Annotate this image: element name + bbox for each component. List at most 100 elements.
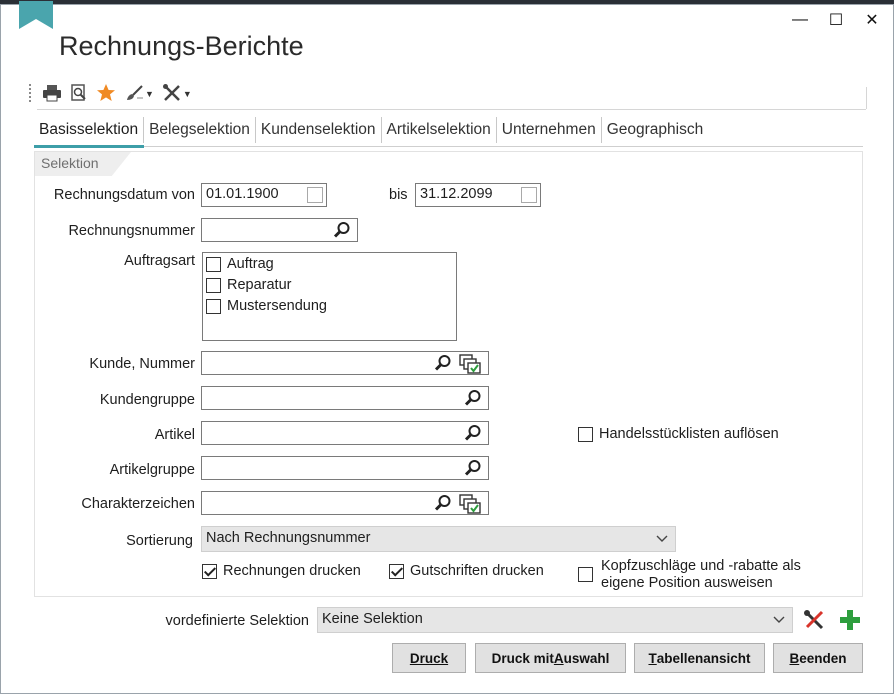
rechnungen-drucken-row[interactable]: Rechnungen drucken: [202, 563, 361, 579]
gutschriften-drucken-checkbox[interactable]: [389, 563, 404, 579]
option-label: Auftrag: [227, 256, 274, 272]
bookmark-icon: [19, 1, 53, 29]
gutschriften-drucken-label: Gutschriften drucken: [410, 563, 544, 579]
handelsstueck-checkbox[interactable]: [578, 426, 593, 442]
druck-mit-auswahl-button[interactable]: Druck mit Auswahl: [475, 643, 626, 673]
tab-bar: Basisselektion Belegselektion Kundensele…: [34, 117, 708, 147]
search-icon[interactable]: [434, 354, 452, 372]
kopf-label: Kopfzuschläge und -rabatte als eigene Po…: [601, 558, 801, 592]
toolbar: ▼ ▼: [29, 79, 192, 107]
close-button[interactable]: ✕: [861, 9, 883, 31]
artikelgruppe-input[interactable]: [201, 456, 489, 480]
option-label: Mustersendung: [227, 298, 327, 314]
date-from-value: 01.01.1900: [206, 186, 279, 202]
tab-unternehmen[interactable]: Unternehmen: [497, 117, 602, 143]
tabellenansicht-button[interactable]: Tabellenansicht: [634, 643, 765, 673]
dropdown-arrow-icon: ▼: [182, 89, 192, 99]
report-window: — ☐ ✕ Rechnungs-Berichte ▼ ▼ Basisselekt…: [0, 1, 894, 694]
toolbar-end-divider: [866, 87, 867, 109]
add-icon[interactable]: [839, 609, 861, 631]
bis-label: bis: [389, 187, 408, 203]
search-icon[interactable]: [333, 221, 351, 239]
group-label: Selektion: [35, 152, 131, 176]
auftragsart-option-mustersendung[interactable]: Mustersendung: [206, 298, 327, 314]
dropdown-arrow-icon: ▼: [145, 89, 154, 99]
kopf-label-line1: Kopfzuschläge und -rabatte als: [601, 558, 801, 574]
auftragsart-option-auftrag[interactable]: Auftrag: [206, 256, 274, 272]
format-button[interactable]: ▼: [124, 81, 154, 105]
handelsstueck-checkbox-row[interactable]: Handelsstücklisten auflösen: [578, 426, 779, 442]
checkbox[interactable]: [206, 256, 221, 272]
multi-select-icon[interactable]: [459, 494, 483, 514]
toolbar-divider: [37, 109, 866, 110]
button-label-mnemonic: T: [648, 650, 657, 666]
kopf-label-line2: eigene Position ausweisen: [601, 575, 773, 591]
date-to-value: 31.12.2099: [420, 186, 493, 202]
auftragsart-option-reparatur[interactable]: Reparatur: [206, 277, 291, 293]
kunde-input[interactable]: [201, 351, 489, 375]
toolbar-grip[interactable]: [29, 84, 32, 102]
tab-geographisch[interactable]: Geographisch: [602, 117, 709, 143]
active-tab-indicator: [34, 145, 144, 148]
rechnungsnummer-label: Rechnungsnummer: [68, 223, 195, 239]
favorite-button[interactable]: [96, 81, 116, 105]
vordefinierte-select[interactable]: Keine Selektion: [317, 607, 793, 633]
kunde-label: Kunde, Nummer: [89, 356, 195, 372]
kopf-checkbox-row[interactable]: [578, 567, 593, 582]
druck-button[interactable]: Druck: [392, 643, 466, 673]
print-preview-button[interactable]: [70, 81, 88, 105]
sortierung-select[interactable]: Nach Rechnungsnummer: [201, 526, 676, 552]
rechnungsnummer-input[interactable]: [201, 218, 358, 242]
printer-icon: [43, 85, 61, 102]
tab-artikelselektion[interactable]: Artikelselektion: [382, 117, 497, 143]
brush-icon: [127, 85, 143, 100]
window-controls: — ☐ ✕: [789, 9, 883, 31]
button-label-mnemonic: B: [789, 650, 800, 666]
rechnungen-drucken-checkbox[interactable]: [202, 563, 217, 579]
kundengruppe-input[interactable]: [201, 386, 489, 410]
search-icon[interactable]: [464, 459, 482, 477]
artikel-label: Artikel: [154, 427, 195, 443]
charakter-label: Charakterzeichen: [81, 496, 195, 512]
beenden-button[interactable]: Beenden: [773, 643, 863, 673]
rechnungen-drucken-label: Rechnungen drucken: [223, 563, 361, 579]
search-icon[interactable]: [464, 389, 482, 407]
auftragsart-label: Auftragsart: [124, 253, 195, 269]
option-label: Reparatur: [227, 277, 292, 293]
multi-select-icon[interactable]: [459, 354, 483, 374]
handelsstueck-label: Handelsstücklisten auflösen: [599, 426, 779, 442]
calendar-icon[interactable]: [521, 187, 537, 203]
artikelgruppe-label: Artikelgruppe: [109, 462, 195, 478]
gutschriften-drucken-row[interactable]: Gutschriften drucken: [389, 563, 544, 579]
print-preview-icon: [71, 84, 86, 101]
minimize-button[interactable]: —: [789, 9, 811, 31]
tab-kundenselektion[interactable]: Kundenselektion: [256, 117, 382, 143]
date-from-input[interactable]: 01.01.1900: [201, 183, 327, 207]
tools-icon[interactable]: [803, 609, 825, 631]
calendar-icon[interactable]: [307, 187, 323, 203]
search-icon[interactable]: [464, 424, 482, 442]
date-to-input[interactable]: 31.12.2099: [415, 183, 541, 207]
checkbox[interactable]: [206, 277, 221, 293]
chevron-down-icon: [773, 616, 785, 623]
print-button[interactable]: [42, 81, 62, 105]
checkbox[interactable]: [206, 298, 221, 314]
kopf-checkbox[interactable]: [578, 567, 593, 582]
maximize-button[interactable]: ☐: [825, 9, 847, 31]
tab-divider: [144, 146, 863, 147]
vordefinierte-value: Keine Selektion: [322, 611, 423, 627]
sortierung-value: Nach Rechnungsnummer: [206, 530, 371, 546]
sortierung-label: Sortierung: [126, 533, 193, 549]
druck-button-label: Druck: [409, 650, 449, 666]
kundengruppe-label: Kundengruppe: [99, 392, 195, 408]
favorite-star-icon: [97, 84, 115, 101]
charakter-input[interactable]: [201, 491, 489, 515]
button-label-part: abellenansicht: [656, 650, 751, 666]
button-label-part: eenden: [799, 650, 847, 666]
tab-belegselektion[interactable]: Belegselektion: [144, 117, 256, 143]
tools-button[interactable]: ▼: [162, 81, 192, 105]
tab-basisselektion[interactable]: Basisselektion: [34, 117, 145, 143]
rechnungsdatum-label: Rechnungsdatum von: [53, 187, 195, 203]
search-icon[interactable]: [434, 494, 452, 512]
artikel-input[interactable]: [201, 421, 489, 445]
